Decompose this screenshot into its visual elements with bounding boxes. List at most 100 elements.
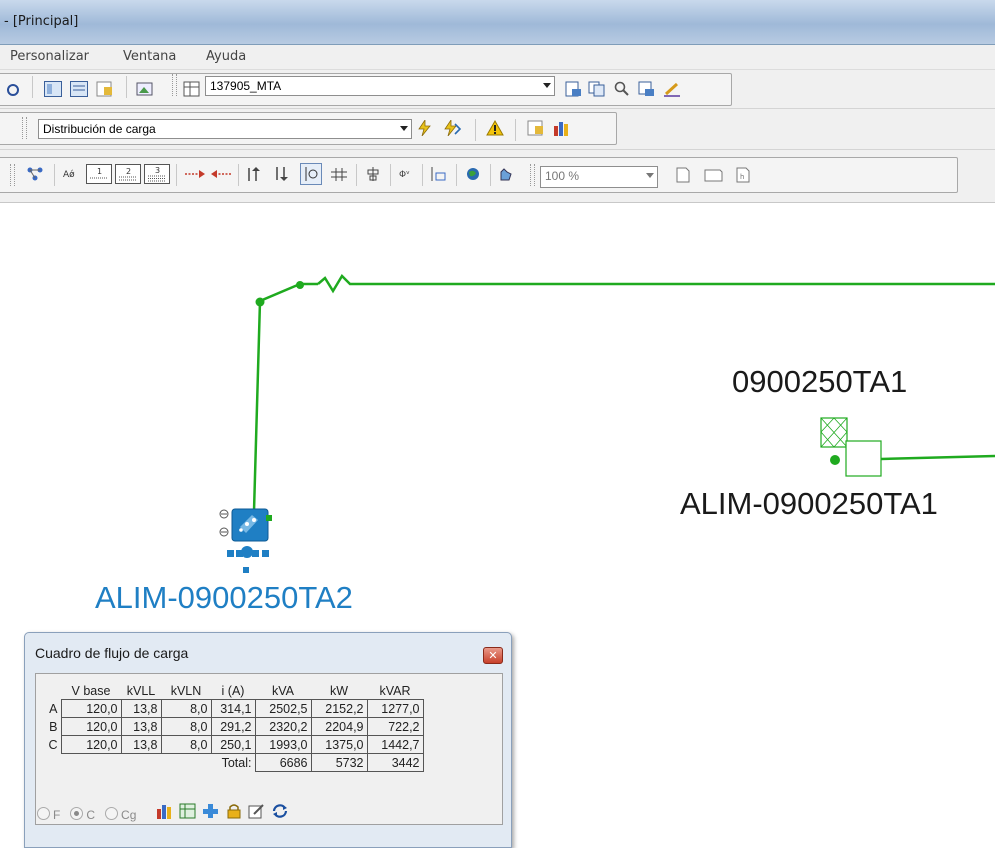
flow-right-icon[interactable] (184, 166, 206, 182)
load-flow-panel: V base kVLL kVLN i (A) kVA kW kVAR A 120… (35, 673, 503, 825)
run-shortcircuit-icon[interactable] (443, 120, 461, 136)
print-preview-icon[interactable] (637, 81, 655, 97)
transformer-0900250ta1[interactable] (820, 417, 995, 477)
page-portrait-icon[interactable] (674, 167, 692, 183)
switch-node[interactable] (296, 281, 304, 289)
dialog-footer: F C Cg (37, 807, 136, 822)
cell-vbase: 120,0 (60, 717, 122, 736)
search-icon[interactable] (613, 81, 631, 97)
cell-kvar: 722,2 (366, 717, 424, 736)
feeder-label-left: ALIM-0900250TA2 (95, 580, 353, 615)
phase-symbol-icon[interactable]: Φᵛ (398, 166, 416, 182)
svg-text:1: 1 (97, 167, 102, 176)
total-kvar: 3442 (366, 753, 424, 772)
feeder-head-ta2-selected[interactable] (219, 508, 272, 573)
page-fit-icon[interactable]: h (734, 167, 752, 183)
flow-left-icon[interactable] (210, 166, 232, 182)
run-loadflow-icon[interactable] (416, 120, 434, 136)
zoom-select[interactable]: 100 % (540, 166, 658, 188)
phase-label: C (48, 737, 58, 752)
export-image-icon[interactable] (136, 81, 154, 97)
flow-down-icon[interactable] (273, 166, 291, 182)
cell-kvar: 1277,0 (366, 699, 424, 718)
radio-cg[interactable] (105, 807, 119, 820)
cell-kvln: 8,0 (160, 717, 212, 736)
label-level-2-icon[interactable]: 2 (115, 164, 141, 184)
svg-text:3: 3 (155, 166, 160, 175)
cell-kvll: 13,8 (120, 735, 162, 754)
align-center-icon[interactable] (364, 166, 382, 182)
spreadsheet-export-icon[interactable] (179, 803, 197, 819)
properties-icon[interactable] (96, 81, 114, 97)
window-title-bar[interactable]: - [Principal] (0, 0, 995, 45)
toolbar-drawing: Aǿ 1 2 3 Φᵛ 100 % h (0, 150, 995, 203)
dialog-title: Cuadro de flujo de carga (35, 645, 189, 661)
menu-ayuda[interactable]: Ayuda (206, 49, 246, 64)
label-level-3-icon[interactable]: 3 (144, 164, 170, 184)
text-labels-icon[interactable]: Aǿ (62, 166, 80, 182)
feeder-table-icon (183, 81, 200, 97)
copy-icon[interactable] (588, 81, 606, 97)
radio-f[interactable] (37, 807, 50, 820)
cell-kw: 1375,0 (310, 735, 368, 754)
measure-icon[interactable] (430, 166, 448, 182)
svg-text:Aǿ: Aǿ (63, 169, 75, 180)
cell-current: 291,2 (210, 717, 256, 736)
node-junction[interactable] (255, 297, 265, 307)
radio-c[interactable] (70, 807, 84, 820)
warning-icon[interactable] (486, 120, 504, 136)
cell-kva: 2320,2 (254, 717, 312, 736)
col-header-kvln: kVLN (170, 683, 202, 698)
cell-vbase: 120,0 (60, 735, 122, 754)
symbol-toggle-icon[interactable] (300, 163, 322, 185)
analysis-select[interactable]: Distribución de carga (38, 119, 412, 139)
view-list-icon[interactable] (70, 81, 88, 97)
page-landscape-icon[interactable] (702, 167, 724, 183)
edit-pencil-icon[interactable] (663, 81, 681, 97)
radio-c-label: C (86, 808, 96, 822)
zoom-select-value: 100 % (545, 169, 580, 183)
refresh-icon[interactable] (6, 82, 24, 98)
bar-chart-icon[interactable] (156, 803, 174, 819)
svg-text:Φᵛ: Φᵛ (399, 170, 410, 180)
view-split-icon[interactable] (44, 81, 62, 97)
close-icon[interactable]: ✕ (483, 647, 503, 664)
menu-personalizar[interactable]: Personalizar (10, 49, 89, 64)
table-row-phase-b: B 120,0 13,8 8,0 291,2 2320,2 2204,9 722… (41, 717, 424, 736)
cell-kvll: 13,8 (120, 699, 162, 718)
globe-icon[interactable] (464, 166, 482, 182)
network-icon[interactable] (26, 166, 44, 182)
flow-up-icon[interactable] (245, 166, 263, 182)
col-header-vbase: V base (71, 683, 111, 698)
edit-icon[interactable] (248, 803, 266, 819)
lock-icon[interactable] (225, 803, 243, 819)
svg-text:h: h (740, 173, 744, 181)
table-row-phase-c: C 120,0 13,8 8,0 250,1 1993,0 1375,0 144… (41, 735, 424, 754)
cell-kva: 2502,5 (254, 699, 312, 718)
svg-text:2: 2 (126, 167, 131, 176)
report-icon[interactable] (564, 81, 582, 97)
toolbar-standard: 137905_MTA (0, 70, 995, 109)
bar-chart-icon[interactable] (553, 120, 571, 136)
cell-kvar: 1442,7 (366, 735, 424, 754)
table-row-total: Total: 6686 5732 3442 (41, 753, 424, 772)
feeder-select[interactable]: 137905_MTA (205, 76, 555, 96)
transformer-label: 0900250TA1 (732, 364, 908, 399)
total-kw: 5732 (310, 753, 368, 772)
col-header-kvll: kVLL (126, 683, 156, 698)
refresh-icon[interactable] (271, 803, 289, 819)
table-row-phase-a: A 120,0 13,8 8,0 314,1 2502,5 2152,2 127… (41, 699, 424, 718)
label-level-1-icon[interactable]: 1 (86, 164, 112, 184)
cell-current: 250,1 (210, 735, 256, 754)
hand-tool-icon[interactable] (497, 166, 515, 182)
radio-f-label: F (53, 808, 61, 822)
load-flow-dialog[interactable]: Cuadro de flujo de carga ✕ V base kVLL k… (24, 632, 512, 848)
menu-ventana[interactable]: Ventana (123, 49, 176, 64)
results-table-icon[interactable] (527, 120, 545, 136)
load-flow-table: V base kVLL kVLN i (A) kVA kW kVAR A 120… (41, 682, 424, 772)
grid-icon[interactable] (330, 166, 348, 182)
cell-current: 314,1 (210, 699, 256, 718)
analysis-select-value: Distribución de carga (43, 122, 156, 136)
feeder-label-right: ALIM-0900250TA1 (680, 486, 938, 521)
add-icon[interactable] (202, 803, 220, 819)
